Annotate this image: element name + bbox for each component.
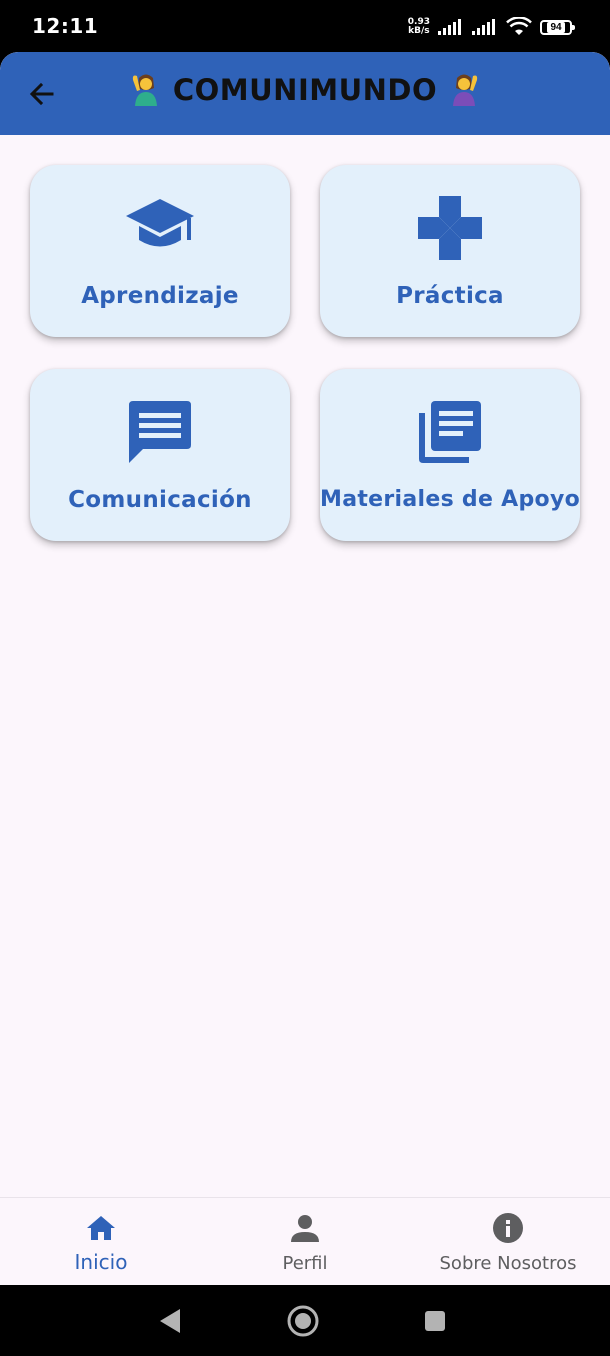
home-icon (87, 1216, 115, 1240)
signal-icon-2 (472, 19, 495, 35)
card-label: Comunicación (68, 487, 252, 513)
card-comunicacion[interactable]: Comunicación (30, 369, 290, 541)
card-practica[interactable]: Práctica (320, 165, 580, 337)
gamepad-dpad-icon (418, 196, 482, 260)
info-icon (493, 1213, 523, 1243)
card-label: Materiales de Apoyo (320, 487, 580, 512)
app-title: COMUNIMUNDO (0, 72, 610, 107)
app-bar: COMUNIMUNDO (0, 52, 610, 135)
app-screen: COMUNIMUNDO Aprendizaje Práctica Comunic… (0, 52, 610, 1285)
nav-label: Perfil (282, 1253, 328, 1274)
card-aprendizaje[interactable]: Aprendizaje (30, 165, 290, 337)
status-icons: 0.93 kB/s 94 (408, 16, 575, 38)
chat-message-icon (129, 401, 191, 463)
status-time: 12:11 (32, 14, 99, 38)
battery-level: 94 (547, 21, 565, 33)
nav-label: Sobre Nosotros (439, 1253, 577, 1274)
system-navigation-bar (0, 1285, 610, 1356)
nav-item-inicio[interactable]: Inicio (40, 1198, 162, 1285)
person-icon (291, 1215, 319, 1242)
card-label: Práctica (396, 283, 504, 309)
card-materiales-de-apoyo[interactable]: Materiales de Apoyo (320, 369, 580, 541)
bottom-navigation: Inicio Perfil Sobre Nosotros (0, 1197, 610, 1285)
battery-icon: 94 (540, 19, 575, 35)
person-gesturing-ok-emoji (452, 74, 477, 106)
app-title-text: COMUNIMUNDO (172, 73, 438, 107)
home-circle-icon[interactable] (285, 1303, 321, 1339)
recents-square-icon[interactable] (417, 1303, 453, 1339)
nav-item-perfil[interactable]: Perfil (245, 1198, 365, 1285)
nav-item-sobre-nosotros[interactable]: Sobre Nosotros (430, 1198, 586, 1285)
graduation-cap-icon (126, 199, 194, 247)
nav-label: Inicio (74, 1250, 128, 1274)
back-triangle-icon[interactable] (152, 1303, 188, 1339)
network-speed-unit: kB/s (408, 26, 430, 36)
wifi-icon (506, 17, 532, 35)
signal-icon (438, 19, 461, 35)
card-label: Aprendizaje (81, 283, 239, 309)
status-bar: 12:11 0.93 kB/s 94 (0, 0, 610, 52)
library-books-icon (419, 401, 481, 463)
person-gesturing-ok-emoji (133, 74, 158, 106)
network-speed: 0.93 kB/s (408, 18, 430, 36)
